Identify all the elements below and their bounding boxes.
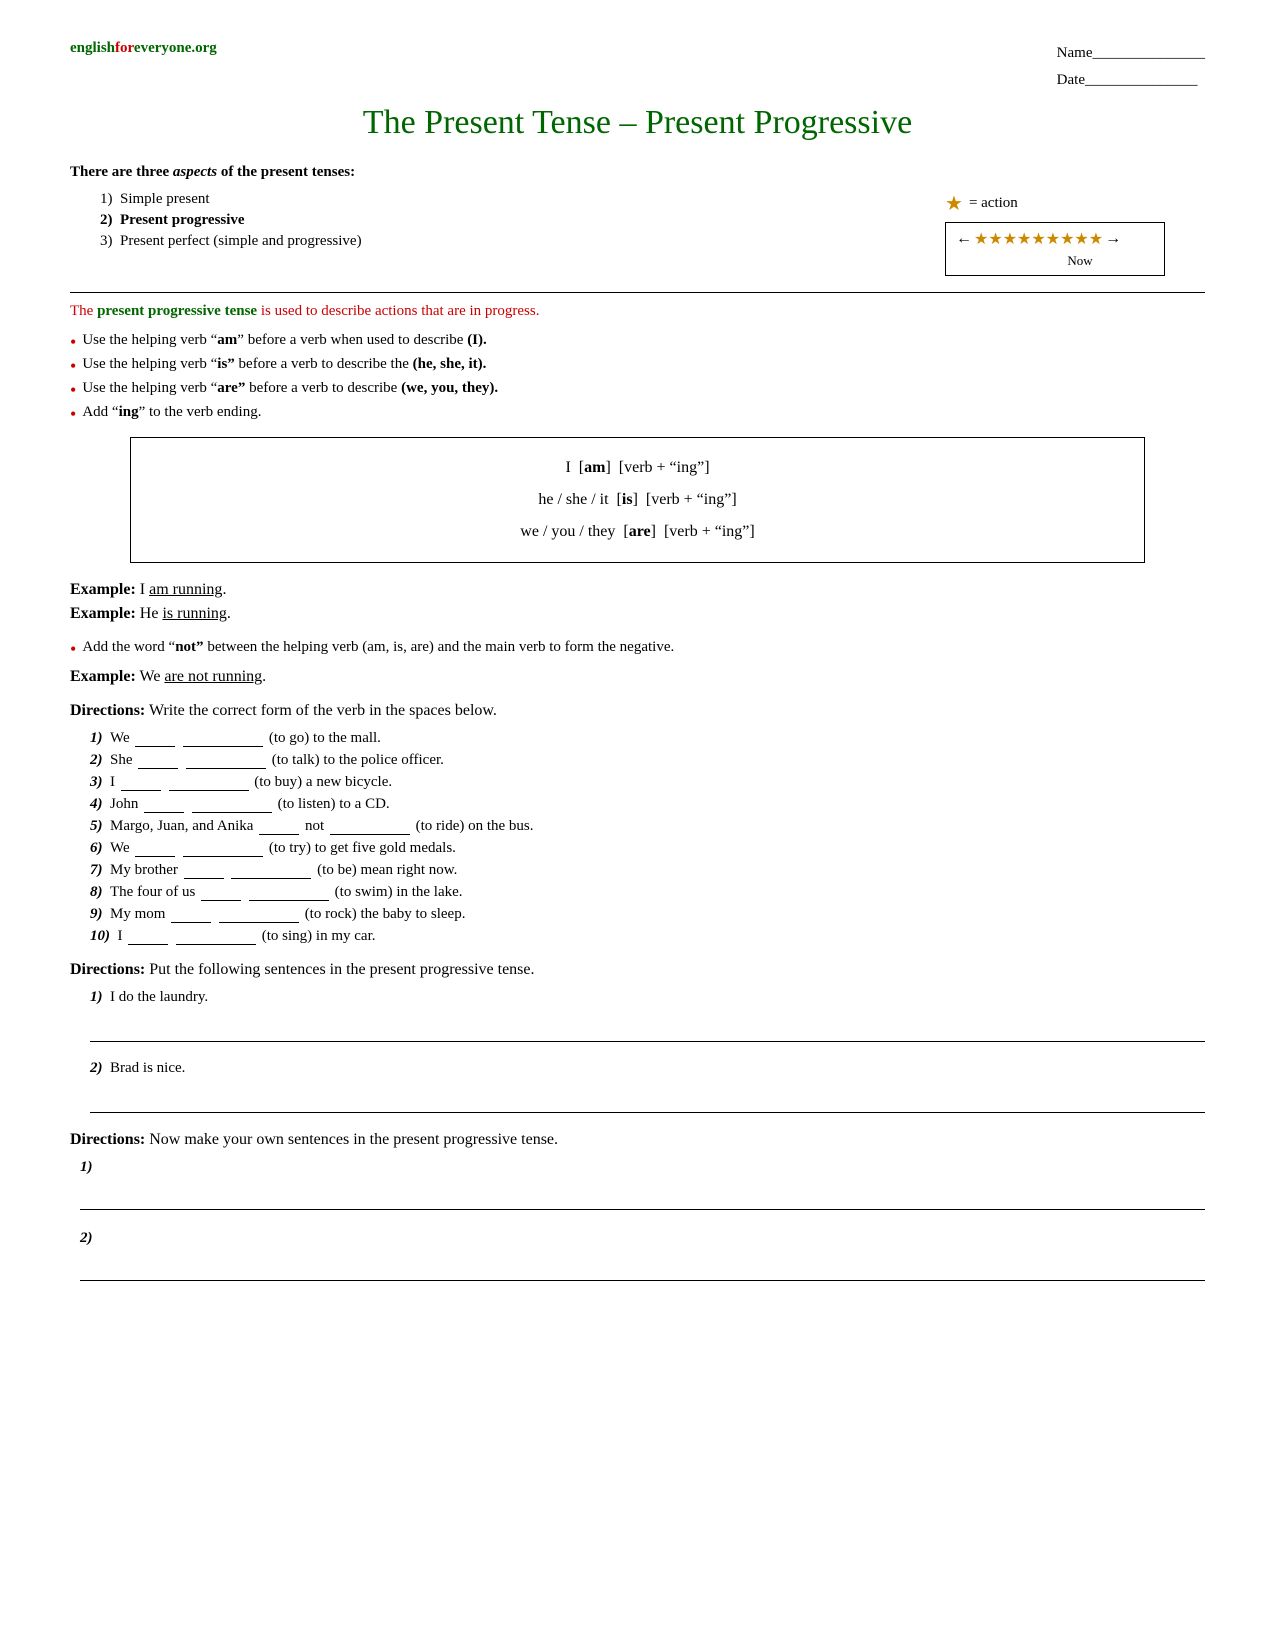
exercise-text: My brother (to be) mean right now. (106, 862, 457, 878)
action-label: ★ = action (945, 191, 1018, 216)
timeline-box: ← ★★★★★★★★★ → Now (945, 222, 1165, 276)
exercise-text: She (to talk) to the police officer. (106, 752, 444, 768)
stars-row: ★★★★★★★★★ (974, 229, 1103, 249)
bullet-dot: • (70, 381, 76, 399)
exercise-item: 3) I (to buy) a new bicycle. (90, 774, 1205, 791)
bullet-text: Add “ing” to the verb ending. (82, 404, 1205, 421)
exercise-text: We (to go) to the mall. (106, 730, 381, 746)
bullet-text: Use the helping verb “are” before a verb… (82, 380, 1205, 397)
exercise-item: 9) My mom (to rock) the baby to sleep. (90, 906, 1205, 923)
exercise-item: 2) She (to talk) to the police officer. (90, 752, 1205, 769)
exercise-item: 5) Margo, Juan, and Anika not (to ride) … (90, 818, 1205, 835)
exercise-item: 8) The four of us (to swim) in the lake. (90, 884, 1205, 901)
directions-label: Directions: (70, 702, 145, 719)
negative-bullet: • Add the word “not” between the helping… (70, 639, 1205, 658)
examples-section: Example: I am running. Example: He is ru… (70, 581, 1205, 623)
writing-line-1 (90, 1014, 1205, 1042)
underlined-text: is running (162, 605, 226, 622)
own-sentence-2-label: 2) (80, 1230, 1205, 1247)
tense-list-col: 1) Simple present 2) Present progressive… (70, 191, 925, 254)
sentence-text: I do the laundry. (110, 989, 208, 1005)
sentence-text: Brad is nice. (110, 1060, 185, 1076)
directions-3: Directions: Now make your own sentences … (70, 1131, 1205, 1149)
sentence-item-2: 2) Brad is nice. (90, 1060, 1205, 1077)
example-2: Example: He is running. (70, 605, 1205, 623)
exercise-text: I (to sing) in my car. (114, 928, 376, 944)
sentence-item-1: 1) I do the laundry. (90, 989, 1205, 1006)
bullet-list: • Use the helping verb “am” before a ver… (70, 332, 1205, 423)
bullet-dot: • (70, 640, 76, 658)
formula-box: I [am] [verb + “ing”] he / she / it [is]… (130, 437, 1145, 563)
list-item: 3) Present perfect (simple and progressi… (100, 233, 925, 250)
bullet-dot: • (70, 405, 76, 423)
bullet-item: • Add “ing” to the verb ending. (70, 404, 1205, 423)
exercise-item: 7) My brother (to be) mean right now. (90, 862, 1205, 879)
intro-text: There are three aspects of the present t… (70, 164, 1205, 181)
exercise-text: The four of us (to swim) in the lake. (106, 884, 462, 900)
own-sentence-1-label: 1) (80, 1159, 1205, 1176)
exercise-text: We (to try) to get five gold medals. (106, 840, 456, 856)
bullet-dot: • (70, 333, 76, 351)
exercise-list-1: 1) We (to go) to the mall. 2) She (to ta… (70, 730, 1205, 945)
own-sentences-section: 1) 2) (70, 1159, 1205, 1281)
star-icon: ★ (945, 191, 963, 216)
name-date-block: Name_______________ Date_______________ (1057, 40, 1205, 94)
bullet-text: Use the helping verb “am” before a verb … (82, 332, 1205, 349)
arrow-left-icon: ← (956, 230, 972, 248)
exercise-item: 4) John (to listen) to a CD. (90, 796, 1205, 813)
example-1: Example: I am running. (70, 581, 1205, 599)
bullet-text: Use the helping verb “is” before a verb … (82, 356, 1205, 373)
name-line: Name_______________ (1057, 40, 1205, 67)
negative-text: Add the word “not” between the helping v… (82, 639, 1205, 656)
action-text: = action (969, 195, 1018, 212)
directions-label: Directions: (70, 961, 145, 978)
formula-line3: we / you / they [are] [verb + “ing”] (161, 516, 1114, 548)
own-writing-line-1 (80, 1182, 1205, 1210)
pp-term: present progressive tense (97, 303, 257, 319)
date-line: Date_______________ (1057, 67, 1205, 94)
directions-1: Directions: Write the correct form of th… (70, 702, 1205, 720)
directions-2: Directions: Put the following sentences … (70, 961, 1205, 979)
section-divider (70, 292, 1205, 293)
diagram-col: ★ = action ← ★★★★★★★★★ → Now (925, 191, 1205, 276)
bullet-item: • Use the helping verb “are” before a ve… (70, 380, 1205, 399)
directions-label: Directions: (70, 1131, 145, 1148)
exercise-text: John (to listen) to a CD. (106, 796, 389, 812)
exercise-text: I (to buy) a new bicycle. (106, 774, 392, 790)
underlined-text: am running (149, 581, 222, 598)
formula-line2: he / she / it [is] [verb + “ing”] (161, 484, 1114, 516)
site-link: englishforeveryone.org (70, 40, 217, 57)
list-item-bold: 2) Present progressive (100, 212, 925, 229)
example-label: Example: (70, 605, 136, 622)
example-label: Example: (70, 581, 136, 598)
arrow-right-icon: → (1105, 230, 1121, 248)
exercise-text: Margo, Juan, and Anika not (to ride) on … (106, 818, 533, 834)
bullet-dot: • (70, 357, 76, 375)
own-writing-line-2 (80, 1253, 1205, 1281)
exercise-list-2: 1) I do the laundry. 2) Brad is nice. (70, 989, 1205, 1113)
exercise-item: 10) I (to sing) in my car. (90, 928, 1205, 945)
example-negative: Example: We are not running. (70, 668, 1205, 686)
tense-list: 1) Simple present 2) Present progressive… (70, 191, 925, 250)
writing-line-2 (90, 1085, 1205, 1113)
for-text: for (115, 40, 134, 56)
pp-description: The present progressive tense is used to… (70, 303, 1205, 320)
header: englishforeveryone.org Name_____________… (70, 40, 1205, 94)
now-label: Now (956, 253, 1154, 269)
two-col-layout: 1) Simple present 2) Present progressive… (70, 191, 1205, 276)
timeline-row: ← ★★★★★★★★★ → (956, 229, 1154, 249)
page-title: The Present Tense – Present Progressive (70, 104, 1205, 142)
list-item: 1) Simple present (100, 191, 925, 208)
exercise-text: My mom (to rock) the baby to sleep. (106, 906, 465, 922)
bullet-item: • Use the helping verb “is” before a ver… (70, 356, 1205, 375)
exercise-item: 1) We (to go) to the mall. (90, 730, 1205, 747)
example-label: Example: (70, 668, 136, 685)
formula-line1: I [am] [verb + “ing”] (161, 452, 1114, 484)
bullet-item: • Use the helping verb “am” before a ver… (70, 332, 1205, 351)
exercise-item: 6) We (to try) to get five gold medals. (90, 840, 1205, 857)
underlined-text: are not running (164, 668, 262, 685)
